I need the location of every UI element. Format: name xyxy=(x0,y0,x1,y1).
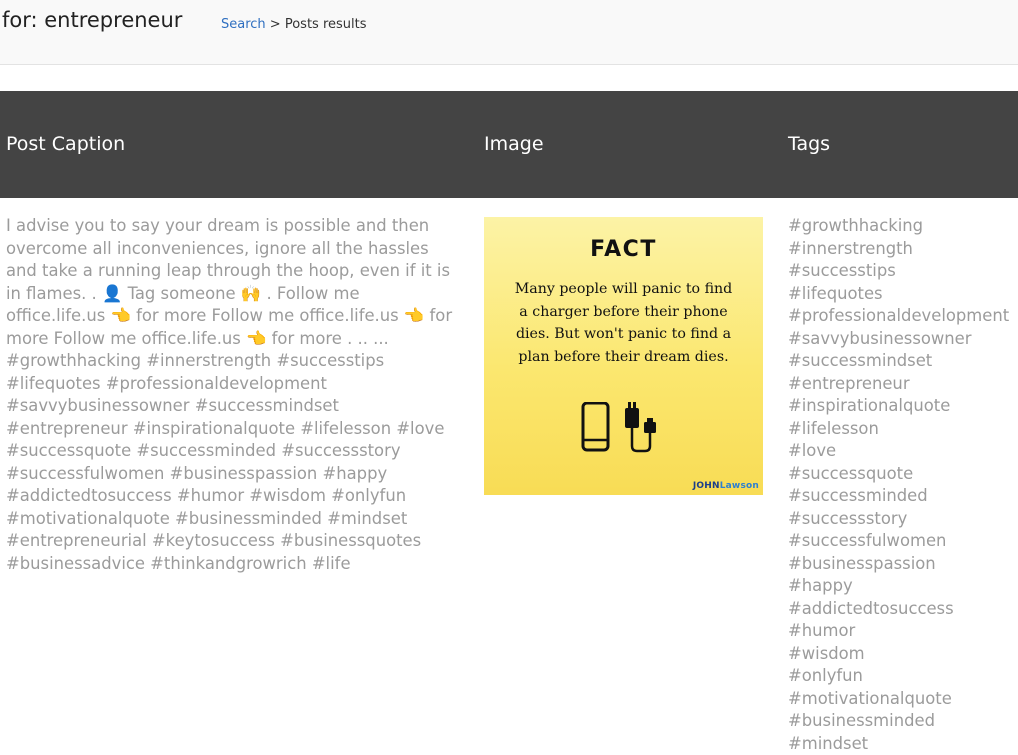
column-header-post-caption: Post Caption xyxy=(6,133,125,155)
tag-item[interactable]: #growthhacking xyxy=(788,215,1018,238)
tag-item[interactable]: #successmindset xyxy=(788,350,1018,373)
tag-item[interactable]: #entrepreneur xyxy=(788,373,1018,396)
phone-icon xyxy=(581,402,611,452)
tag-item[interactable]: #innerstrength xyxy=(788,238,1018,261)
tag-item[interactable]: #successtips xyxy=(788,260,1018,283)
tag-item[interactable]: #motivationalquote xyxy=(788,688,1018,711)
charger-icon xyxy=(621,402,661,454)
breadcrumb-search-link[interactable]: Search xyxy=(221,17,266,32)
page-title: for: entrepreneur xyxy=(2,8,182,32)
tag-item[interactable]: #professionaldevelopment xyxy=(788,305,1018,328)
tag-item[interactable]: #addictedtosuccess xyxy=(788,598,1018,621)
tag-item[interactable]: #businesspassion xyxy=(788,553,1018,576)
image-heading: FACT xyxy=(484,237,763,262)
breadcrumb: Search > Posts results xyxy=(221,17,367,32)
tag-item[interactable]: #successminded xyxy=(788,485,1018,508)
image-logo: JOHNLawson xyxy=(693,481,759,491)
tag-item[interactable]: #wisdom xyxy=(788,643,1018,666)
column-header-tags: Tags xyxy=(788,133,830,155)
tag-item[interactable]: #savvybusinessowner xyxy=(788,328,1018,351)
tag-item[interactable]: #lifequotes xyxy=(788,283,1018,306)
tag-item[interactable]: #love xyxy=(788,440,1018,463)
tags-list: #growthhacking #innerstrength #successti… xyxy=(788,215,1018,755)
tag-item[interactable]: #lifelesson xyxy=(788,418,1018,441)
post-caption: I advise you to say your dream is possib… xyxy=(6,215,464,575)
tag-item[interactable]: #onlyfun xyxy=(788,665,1018,688)
top-bar: for: entrepreneur Search > Posts results xyxy=(0,0,1018,65)
tag-item[interactable]: #humor xyxy=(788,620,1018,643)
tag-item[interactable]: #mindset xyxy=(788,733,1018,755)
tag-item[interactable]: #inspirationalquote xyxy=(788,395,1018,418)
breadcrumb-current: Posts results xyxy=(285,17,367,32)
tag-item[interactable]: #businessminded xyxy=(788,710,1018,733)
post-image[interactable]: FACT Many people will panic to find a ch… xyxy=(484,217,763,495)
tag-item[interactable]: #successstory xyxy=(788,508,1018,531)
tag-item[interactable]: #successquote xyxy=(788,463,1018,486)
tag-item[interactable]: #successfulwomen xyxy=(788,530,1018,553)
breadcrumb-separator: > xyxy=(266,17,285,32)
column-header-image: Image xyxy=(484,133,544,155)
table-header: Post Caption Image Tags xyxy=(0,91,1018,198)
image-quote-text: Many people will panic to find a charger… xyxy=(514,278,733,368)
tag-item[interactable]: #happy xyxy=(788,575,1018,598)
